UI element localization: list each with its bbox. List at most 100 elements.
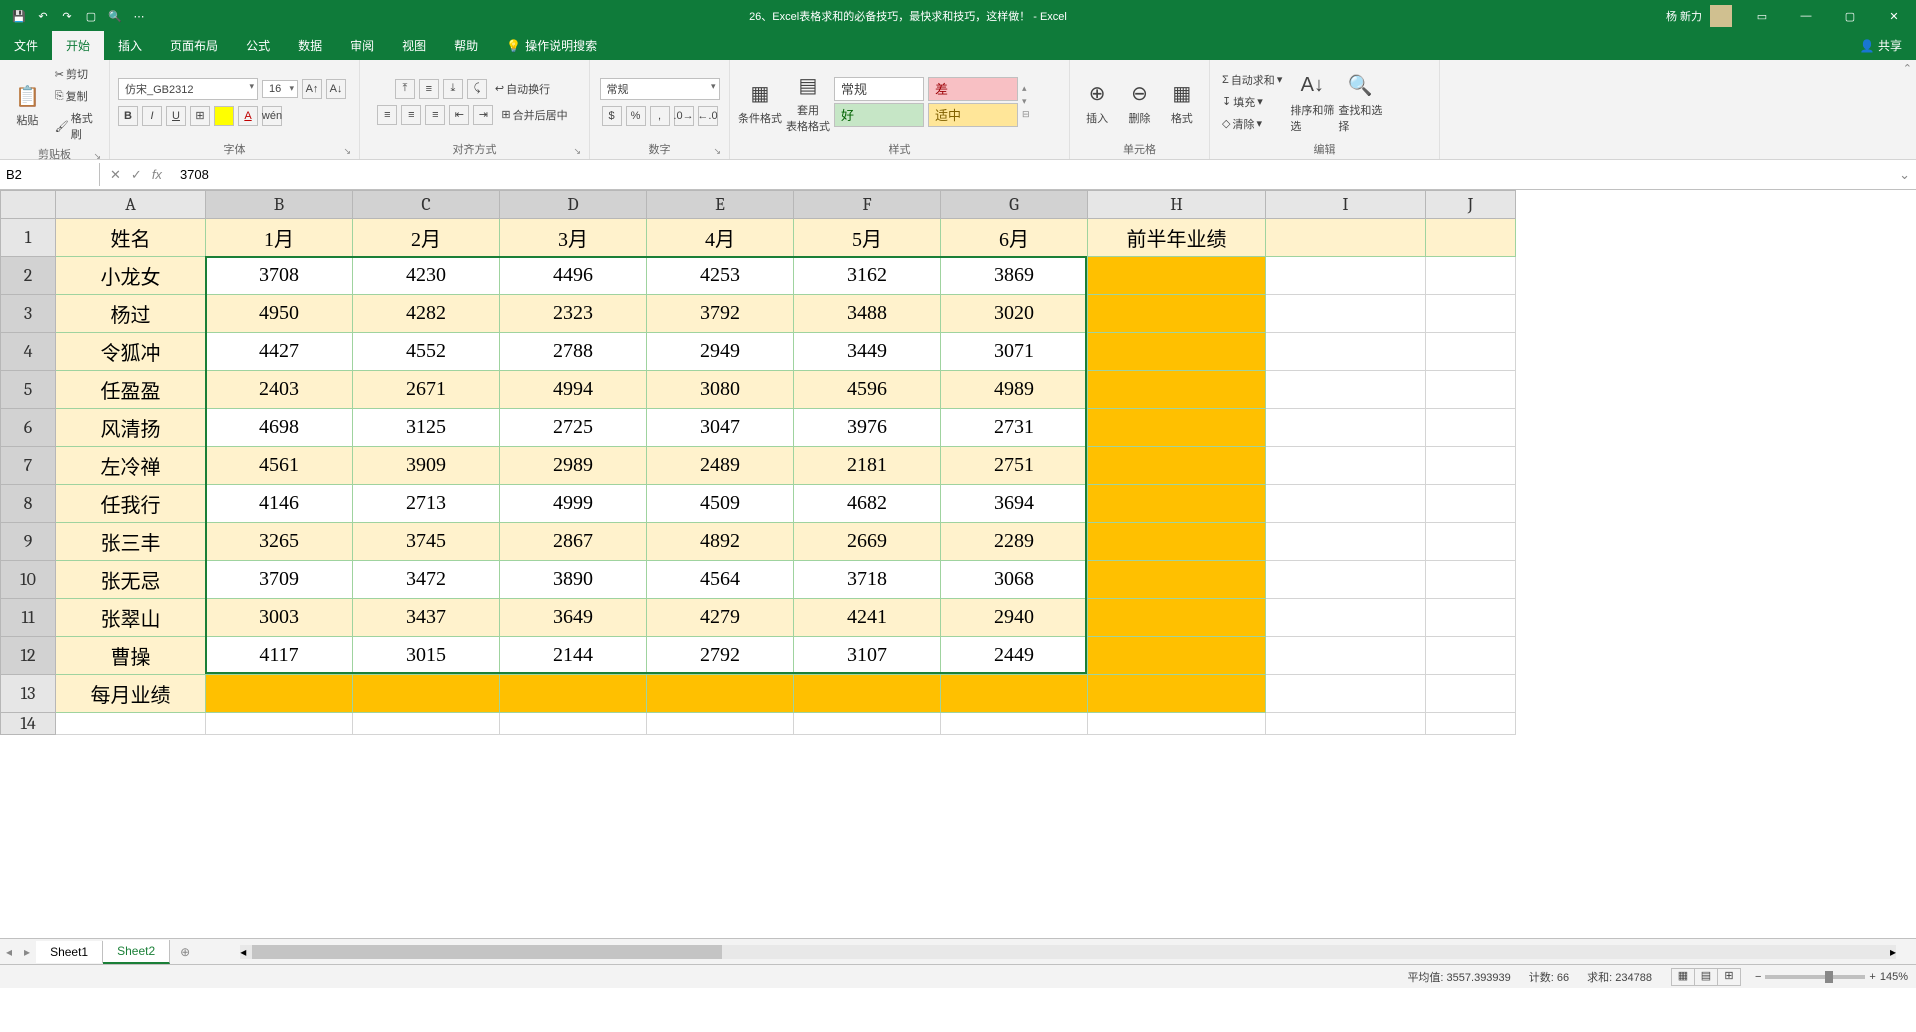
cell[interactable] (1426, 713, 1516, 735)
sheet-nav-next-icon[interactable]: ▸ (18, 945, 36, 959)
cell[interactable]: 3792 (647, 295, 794, 333)
view-break-icon[interactable]: ⊞ (1717, 968, 1741, 986)
tell-me[interactable]: 💡 操作说明搜索 (496, 31, 607, 60)
cell[interactable]: 2940 (941, 599, 1088, 637)
col-header[interactable]: E (647, 191, 794, 219)
undo-icon[interactable]: ↶ (34, 10, 52, 23)
view-normal-icon[interactable]: ▦ (1671, 968, 1695, 986)
orientation-icon[interactable]: ⤹ (467, 79, 487, 99)
tab-help[interactable]: 帮助 (440, 31, 492, 60)
sort-filter-button[interactable]: A↓排序和筛选 (1290, 70, 1334, 134)
painter-button[interactable]: 🖌 格式刷 (51, 108, 101, 144)
zoom-in-icon[interactable]: + (1869, 971, 1875, 983)
col-header[interactable]: B (206, 191, 353, 219)
share-button[interactable]: 👤 共享 (1846, 31, 1916, 60)
cell[interactable]: 每月业绩 (56, 675, 206, 713)
cell[interactable] (941, 713, 1088, 735)
row-header[interactable]: 11 (1, 599, 56, 637)
cell[interactable] (1088, 599, 1266, 637)
cell[interactable] (1088, 637, 1266, 675)
cell[interactable] (1266, 599, 1426, 637)
cell[interactable]: 2449 (941, 637, 1088, 675)
cell[interactable] (1088, 409, 1266, 447)
cell[interactable] (1088, 713, 1266, 735)
cell[interactable] (941, 675, 1088, 713)
sheet-tab-1[interactable]: Sheet1 (36, 941, 103, 963)
cell[interactable]: 张三丰 (56, 523, 206, 561)
tab-file[interactable]: 文件 (0, 31, 52, 60)
fx-icon[interactable]: fx (152, 167, 162, 183)
collapse-ribbon-icon[interactable]: ⌃ (1903, 62, 1912, 75)
cell[interactable]: 曹操 (56, 637, 206, 675)
cell[interactable]: 任盈盈 (56, 371, 206, 409)
align-middle-icon[interactable]: ≡ (419, 79, 439, 99)
phonetic-button[interactable]: wén (262, 106, 282, 126)
cell[interactable]: 2989 (500, 447, 647, 485)
hscroll-right-icon[interactable]: ▸ (1890, 945, 1896, 959)
cell[interactable] (1088, 523, 1266, 561)
view-layout-icon[interactable]: ▤ (1694, 968, 1718, 986)
cell[interactable] (1266, 637, 1426, 675)
zoom-slider[interactable] (1765, 975, 1865, 979)
cell[interactable]: 3472 (353, 561, 500, 599)
cell[interactable]: 2489 (647, 447, 794, 485)
cell[interactable] (1426, 295, 1516, 333)
cell[interactable]: 3869 (941, 257, 1088, 295)
enter-icon[interactable]: ✓ (131, 167, 142, 183)
cell[interactable]: 风清扬 (56, 409, 206, 447)
cell[interactable]: 3047 (647, 409, 794, 447)
cell[interactable] (1426, 257, 1516, 295)
cell[interactable]: 3449 (794, 333, 941, 371)
cell[interactable]: 2403 (206, 371, 353, 409)
cell[interactable]: 4509 (647, 485, 794, 523)
cell[interactable] (1088, 447, 1266, 485)
font-size-combo[interactable]: 16 (262, 80, 298, 98)
cut-button[interactable]: ✂ 剪切 (51, 64, 101, 84)
col-header[interactable]: I (1266, 191, 1426, 219)
cell[interactable]: 3月 (500, 219, 647, 257)
row-header[interactable]: 13 (1, 675, 56, 713)
row-header[interactable]: 9 (1, 523, 56, 561)
cell[interactable] (1266, 257, 1426, 295)
row-header[interactable]: 12 (1, 637, 56, 675)
cell[interactable]: 4564 (647, 561, 794, 599)
close-icon[interactable]: ✕ (1872, 10, 1916, 23)
styles-up-icon[interactable]: ▴ (1022, 83, 1030, 94)
cell[interactable]: 3107 (794, 637, 941, 675)
dec-decimal-icon[interactable]: ←.0 (698, 106, 718, 126)
italic-button[interactable]: I (142, 106, 162, 126)
cell[interactable] (1426, 447, 1516, 485)
cell[interactable] (1266, 219, 1426, 257)
cell[interactable] (1266, 333, 1426, 371)
cell[interactable] (500, 675, 647, 713)
col-header[interactable]: G (941, 191, 1088, 219)
style-neutral[interactable]: 适中 (928, 103, 1018, 127)
zoom-level[interactable]: 145% (1880, 971, 1908, 983)
increase-font-icon[interactable]: A↑ (302, 79, 322, 99)
bold-button[interactable]: B (118, 106, 138, 126)
style-bad[interactable]: 差 (928, 77, 1018, 101)
expand-formula-icon[interactable]: ⌄ (1893, 167, 1916, 183)
row-header[interactable]: 5 (1, 371, 56, 409)
cell[interactable]: 4117 (206, 637, 353, 675)
cell[interactable]: 3068 (941, 561, 1088, 599)
tab-view[interactable]: 视图 (388, 31, 440, 60)
find-select-button[interactable]: 🔍查找和选择 (1338, 70, 1382, 134)
row-header[interactable]: 8 (1, 485, 56, 523)
sheet-nav-prev-icon[interactable]: ◂ (0, 945, 18, 959)
cell[interactable] (1426, 637, 1516, 675)
cell[interactable]: 3437 (353, 599, 500, 637)
new-icon[interactable]: ▢ (82, 10, 100, 23)
cell[interactable]: 4496 (500, 257, 647, 295)
cell[interactable]: 张翠山 (56, 599, 206, 637)
tab-layout[interactable]: 页面布局 (156, 31, 232, 60)
cell[interactable]: 2731 (941, 409, 1088, 447)
cell[interactable] (353, 713, 500, 735)
cell[interactable] (1266, 523, 1426, 561)
cell[interactable]: 2671 (353, 371, 500, 409)
save-icon[interactable]: 💾 (10, 10, 28, 23)
cancel-icon[interactable]: ✕ (110, 167, 121, 183)
maximize-icon[interactable]: ▢ (1828, 10, 1872, 23)
cell[interactable]: 4596 (794, 371, 941, 409)
cell[interactable] (1266, 409, 1426, 447)
